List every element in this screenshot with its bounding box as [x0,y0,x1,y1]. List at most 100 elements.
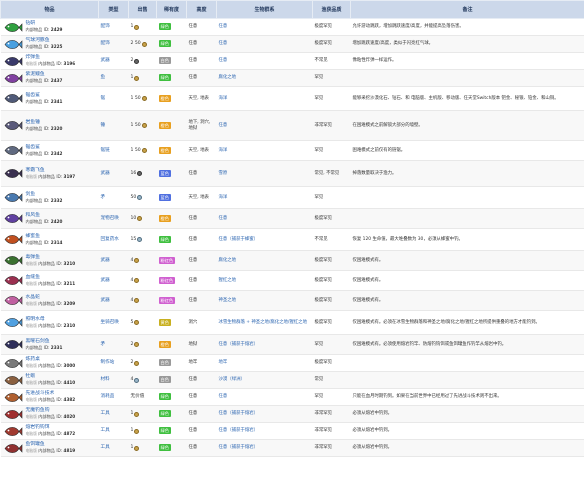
item-text: 岩鱼锤 内部物品 ID: 2320 [26,120,63,132]
item-cell-content: 毒弹鱼 电脑版 内部物品 ID: 3210 [2,253,97,269]
col-header-item[interactable]: 物品 [0,0,99,19]
sell-amount: 1 50 [130,95,141,101]
item-id-value: 3197 [63,173,76,179]
rarity-cell: 黄色 [156,310,187,335]
item-text: 水晶蛇 电脑版 内部物品 ID: 3209 [26,295,76,307]
rarity-cell: 绿色 [156,422,187,440]
type-cell: 武器 [98,290,129,311]
sell-amount: 4 [130,377,134,382]
honeyfin-icon [2,232,24,248]
height-cell: 任意 [186,371,217,389]
height-cell: 地下, 洞穴, 地狱 [186,110,217,141]
item-text: 气球河豚鱼 内部物品 ID: 3225 [26,38,63,50]
gold-coin-icon [134,360,140,366]
gold-coin-icon [134,278,140,283]
item-id-line: 内部物品 ID: 2320 [26,126,63,132]
sell-cell: 5 [128,310,157,335]
item-id-label: 内部物品 ID: [38,363,63,368]
table-body: 钻研 内部物品 ID: 2429 配饰 1 绿色 任意 任意 极度罕见 允许游动跳跃，增加跳跃速… [0,18,584,457]
col-header-sell[interactable]: 出售 [128,0,157,19]
notes-cell: 允许游动跳跃，增加跳跃速度/高度，并能提高坠落伤害。 [350,18,584,36]
platform-tag: 电脑版 [25,280,37,286]
item-type-link[interactable]: 武器 [101,171,110,176]
sell-amount: 1 [130,411,134,416]
item-type-link[interactable]: 工具 [101,411,110,416]
item-cell: 蜂蜜鱼 内部物品 ID: 2314 [0,228,99,251]
gold-coin-icon [134,75,140,81]
item-type-link[interactable]: 锯 [101,96,106,101]
col-header-quality[interactable]: 渔获品质 [312,0,351,19]
item-id-value: 3209 [63,300,76,306]
item-id-label: 内部物品 ID: [38,61,63,66]
quality-cell: 非常罕见 [312,422,351,440]
item-id-value: 2342 [50,150,63,156]
sell-cell: 50 [128,186,157,209]
item-type-link[interactable]: 武器 [101,278,110,283]
item-type-link[interactable]: 坐骑召唤 [101,320,119,325]
item-type-link[interactable]: 消耗品 [101,394,115,399]
sell-value: 1 [131,445,140,451]
biome-cell: 海洋 [216,186,313,209]
sell-amount: 1 50 [130,122,141,128]
item-id-line: 电脑版 内部物品 ID: 3000 [26,363,76,369]
item-type-link[interactable]: 武器 [101,58,110,63]
sell-cell: 2 [128,354,157,372]
item-type-link[interactable]: 配饰 [101,41,110,46]
item-type-link[interactable]: 武器 [101,298,110,303]
platform-tag: 电脑版 [25,363,37,368]
item-type-link[interactable]: 矛 [101,342,106,347]
item-id-value: 3210 [63,260,76,266]
item-type-link[interactable]: 制作站 [101,360,115,365]
col-header-height[interactable]: 高度 [186,0,217,19]
item-cell: 水晶蛇 电脑版 内部物品 ID: 3209 [0,290,99,311]
item-type-link[interactable]: 锤 [101,123,106,128]
item-cell-content: 无魔钓鱼钩 电脑版 内部物品 ID: 4020 [2,406,97,422]
item-id-line: 电脑版 内部物品 ID: 3197 [26,174,76,180]
item-cell: 岩鱼锤 内部物品 ID: 2320 [0,110,99,141]
height-cell: 任意 [186,270,217,291]
height-cell: 任意 [186,422,217,440]
item-cell-content: 炼药桌 电脑版 内部物品 ID: 3000 [2,355,97,371]
col-header-type[interactable]: 类型 [98,0,129,19]
item-text: 先进战斗技术 电脑版 内部物品 ID: 4382 [26,391,76,403]
table-row: 水晶蛇 电脑版 内部物品 ID: 3209 武器 4 粉红色 任意 神圣之地 极度罕见 仅困难模… [0,290,584,311]
col-header-notes[interactable]: 备注 [350,0,584,19]
item-text: 锯齿鲨 内部物品 ID: 2341 [26,93,63,105]
item-id-value: 4819 [63,448,76,453]
rarity-cell: 橙色 [156,208,187,229]
sell-cell: 15 [128,228,157,251]
item-cell-content: 先进战斗技术 电脑版 内部物品 ID: 4382 [2,389,97,405]
item-id-value: 2429 [50,27,63,32]
dreadful-rod-icon [2,406,24,422]
silver-coin-icon [137,195,143,200]
copper-coin-icon [137,171,143,176]
item-type-link[interactable]: 回复药水 [101,237,119,242]
notes-cell: 能够采挖沙漠化石、钴石、和 电脑版、主机版、移动版、任天堂Switch版本 钯金… [350,86,584,111]
item-type-link[interactable]: 材料 [101,377,110,382]
rarity-cell: 蓝色 [156,160,187,187]
item-id-label: 内部物品 ID: [25,78,50,83]
sell-cell: 1 50 [128,86,157,111]
item-type-link[interactable]: 锯链 [101,148,110,153]
item-type-link[interactable]: 工具 [101,445,110,450]
type-cell: 锯链 [98,140,129,161]
item-type-link[interactable]: 武器 [101,258,110,263]
sell-value: 2 [131,360,140,366]
item-id-line: 电脑版 内部物品 ID: 3196 [26,61,76,67]
item-type-link[interactable]: 矛 [101,195,106,200]
quality-cell: 罕见 [312,186,351,209]
biome-cell: 任意 [216,18,313,36]
quality-cell: 非常罕见 [312,110,351,141]
col-header-biome[interactable]: 生物群系 [216,0,313,19]
item-id-value: 2314 [50,239,63,245]
item-id-value: 4020 [63,414,76,419]
item-type-link[interactable]: 配饰 [101,24,110,29]
sell-value: 16 [131,171,143,177]
biome-cell: 任意 [216,110,313,141]
item-type-link[interactable]: 鱼 [101,75,106,80]
item-type-link[interactable]: 宠物召唤 [101,216,119,221]
item-type-link[interactable]: 工具 [101,428,110,433]
sell-amount: 4 [130,277,134,283]
combat-book-icon [2,389,24,405]
col-header-rarity[interactable]: 稀有度 [156,0,187,19]
